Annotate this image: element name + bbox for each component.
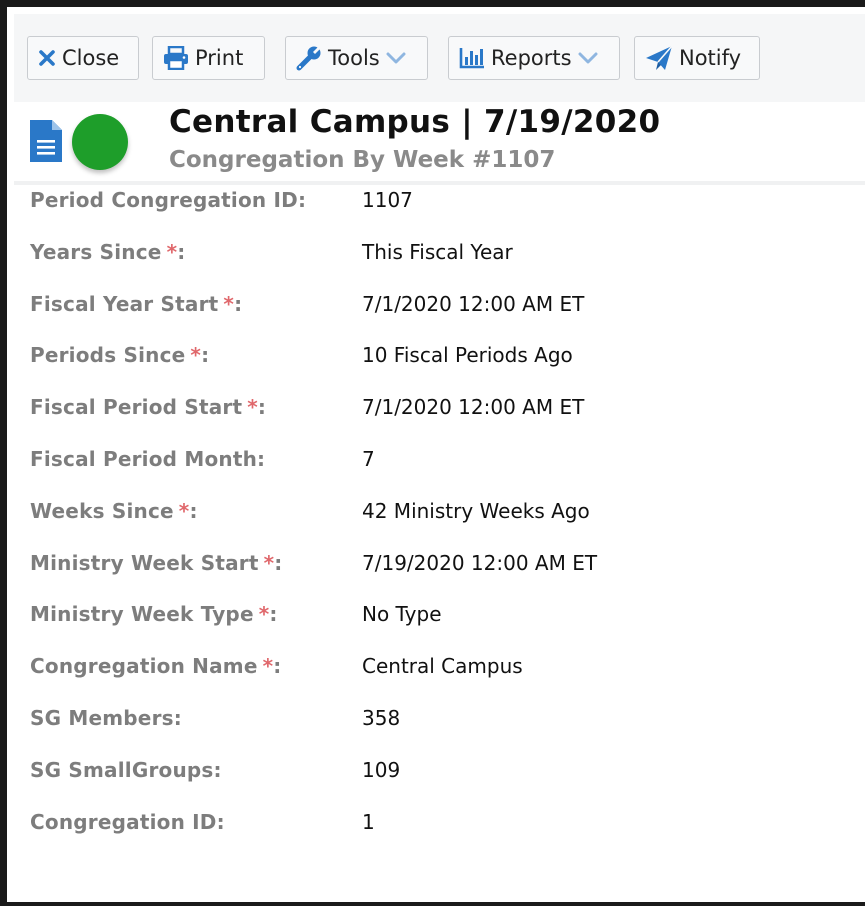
field-label: Congregation Name *: xyxy=(30,654,281,678)
field-label-text: Fiscal Period Start xyxy=(30,395,243,420)
wrench-icon xyxy=(296,45,322,71)
field-row: Fiscal Year Start *: 7/1/2020 12:00 AM ET xyxy=(14,284,865,336)
field-value: 42 Ministry Weeks Ago xyxy=(362,498,590,523)
required-asterisk: * xyxy=(223,291,235,316)
field-value: 7/1/2020 12:00 AM ET xyxy=(362,395,585,420)
field-row: SG Members: 358 xyxy=(14,698,865,750)
field-row: Congregation Name *: Central Campus xyxy=(14,646,865,698)
field-label-text: Period Congregation ID xyxy=(30,188,298,212)
field-value: 7 xyxy=(362,447,375,471)
field-label: SG Members: xyxy=(30,706,182,730)
required-asterisk: * xyxy=(262,654,274,679)
field-label-text: Years Since xyxy=(30,239,162,264)
field-row: Weeks Since *: 42 Ministry Weeks Ago xyxy=(14,491,865,543)
required-asterisk: * xyxy=(178,498,190,523)
field-label: Ministry Week Start *: xyxy=(30,551,282,575)
document-icon xyxy=(30,120,62,166)
field-label-text: Ministry Week Start xyxy=(30,550,259,575)
label-colon: : xyxy=(201,343,210,368)
field-label: SG SmallGroups: xyxy=(30,758,222,782)
field-row: Years Since *: This Fiscal Year xyxy=(14,232,865,284)
required-asterisk: * xyxy=(247,395,258,420)
required-asterisk: * xyxy=(166,239,178,264)
label-colon: : xyxy=(257,447,266,471)
tools-label: Tools xyxy=(328,46,380,70)
label-colon: : xyxy=(274,550,283,575)
label-colon: : xyxy=(189,498,198,523)
field-label: Weeks Since *: xyxy=(30,499,198,523)
toolbar: Close Print Tools Reports Notify xyxy=(14,14,865,102)
label-colon: : xyxy=(213,757,222,782)
field-row: Ministry Week Start *: 7/19/2020 12:00 AM … xyxy=(14,543,865,595)
field-label-text: Congregation Name xyxy=(30,654,258,679)
field-row: Fiscal Period Start *: 7/1/2020 12:00 AM E… xyxy=(14,387,865,439)
label-colon: : xyxy=(269,602,278,627)
label-colon: : xyxy=(216,809,225,834)
print-label: Print xyxy=(195,46,244,70)
field-label-text: SG SmallGroups xyxy=(30,757,214,782)
label-colon: : xyxy=(257,395,267,420)
page-title: Central Campus | 7/19/2020 xyxy=(169,104,661,140)
label-colon: : xyxy=(177,239,186,264)
field-label: Years Since *: xyxy=(30,240,185,264)
field-row: Fiscal Period Month: 7 xyxy=(14,439,865,491)
field-label: Periods Since *: xyxy=(30,343,209,367)
field-value: 358 xyxy=(362,706,401,730)
field-label: Ministry Week Type *: xyxy=(30,602,278,626)
field-row: Congregation ID: 1 xyxy=(14,802,865,854)
field-label: Congregation ID: xyxy=(30,810,225,834)
label-colon: : xyxy=(173,706,182,730)
field-value: 7/1/2020 12:00 AM ET xyxy=(362,291,585,316)
chevron-down-icon xyxy=(578,52,598,64)
field-label-text: Fiscal Year Start xyxy=(30,291,219,316)
required-asterisk: * xyxy=(258,602,270,627)
close-icon xyxy=(38,49,56,67)
label-colon: : xyxy=(273,654,282,679)
print-button[interactable]: Print xyxy=(152,36,265,80)
bar-chart-icon xyxy=(459,47,485,69)
field-label: Fiscal Year Start *: xyxy=(30,292,242,316)
printer-icon xyxy=(163,46,189,70)
field-value: This Fiscal Year xyxy=(362,239,513,264)
field-value: No Type xyxy=(362,602,442,627)
field-label: Fiscal Period Month: xyxy=(30,447,265,471)
chevron-down-icon xyxy=(386,52,406,64)
field-value: 1 xyxy=(362,809,375,834)
status-indicator xyxy=(72,114,128,170)
required-asterisk: * xyxy=(263,550,275,575)
field-label-text: Periods Since xyxy=(30,343,186,368)
field-row: Ministry Week Type *: No Type xyxy=(14,594,865,646)
field-row: Periods Since *: 10 Fiscal Periods Ago xyxy=(14,335,865,387)
field-label-text: Ministry Week Type xyxy=(30,602,254,627)
field-label-text: SG Members xyxy=(30,706,174,730)
field-value: 10 Fiscal Periods Ago xyxy=(362,343,573,368)
close-label: Close xyxy=(62,46,120,70)
field-value: 1107 xyxy=(362,188,413,212)
page-subtitle: Congregation By Week #1107 xyxy=(169,147,556,173)
window-frame: Close Print Tools Reports Notify Central… xyxy=(0,0,865,906)
reports-label: Reports xyxy=(491,46,572,70)
tools-dropdown-button[interactable]: Tools xyxy=(285,36,428,80)
field-label-text: Congregation ID xyxy=(30,809,217,834)
close-button[interactable]: Close xyxy=(27,36,139,80)
record-header: Central Campus | 7/19/2020 Congregation … xyxy=(14,102,865,182)
field-value: 7/19/2020 12:00 AM ET xyxy=(362,550,598,575)
field-label: Fiscal Period Start *: xyxy=(30,395,266,419)
reports-dropdown-button[interactable]: Reports xyxy=(448,36,620,80)
label-colon: : xyxy=(234,291,243,316)
required-asterisk: * xyxy=(190,343,202,368)
field-label: Period Congregation ID: xyxy=(30,188,306,212)
notify-button[interactable]: Notify xyxy=(634,36,760,80)
field-label-text: Fiscal Period Month xyxy=(30,447,258,471)
field-label-text: Weeks Since xyxy=(30,498,174,523)
field-row: SG SmallGroups: 109 xyxy=(14,750,865,802)
notify-label: Notify xyxy=(679,46,742,70)
field-value: 109 xyxy=(362,757,401,782)
label-colon: : xyxy=(297,188,307,212)
field-row: Period Congregation ID: 1107 xyxy=(14,180,865,232)
field-value: Central Campus xyxy=(362,654,523,679)
paper-plane-icon xyxy=(645,45,673,71)
